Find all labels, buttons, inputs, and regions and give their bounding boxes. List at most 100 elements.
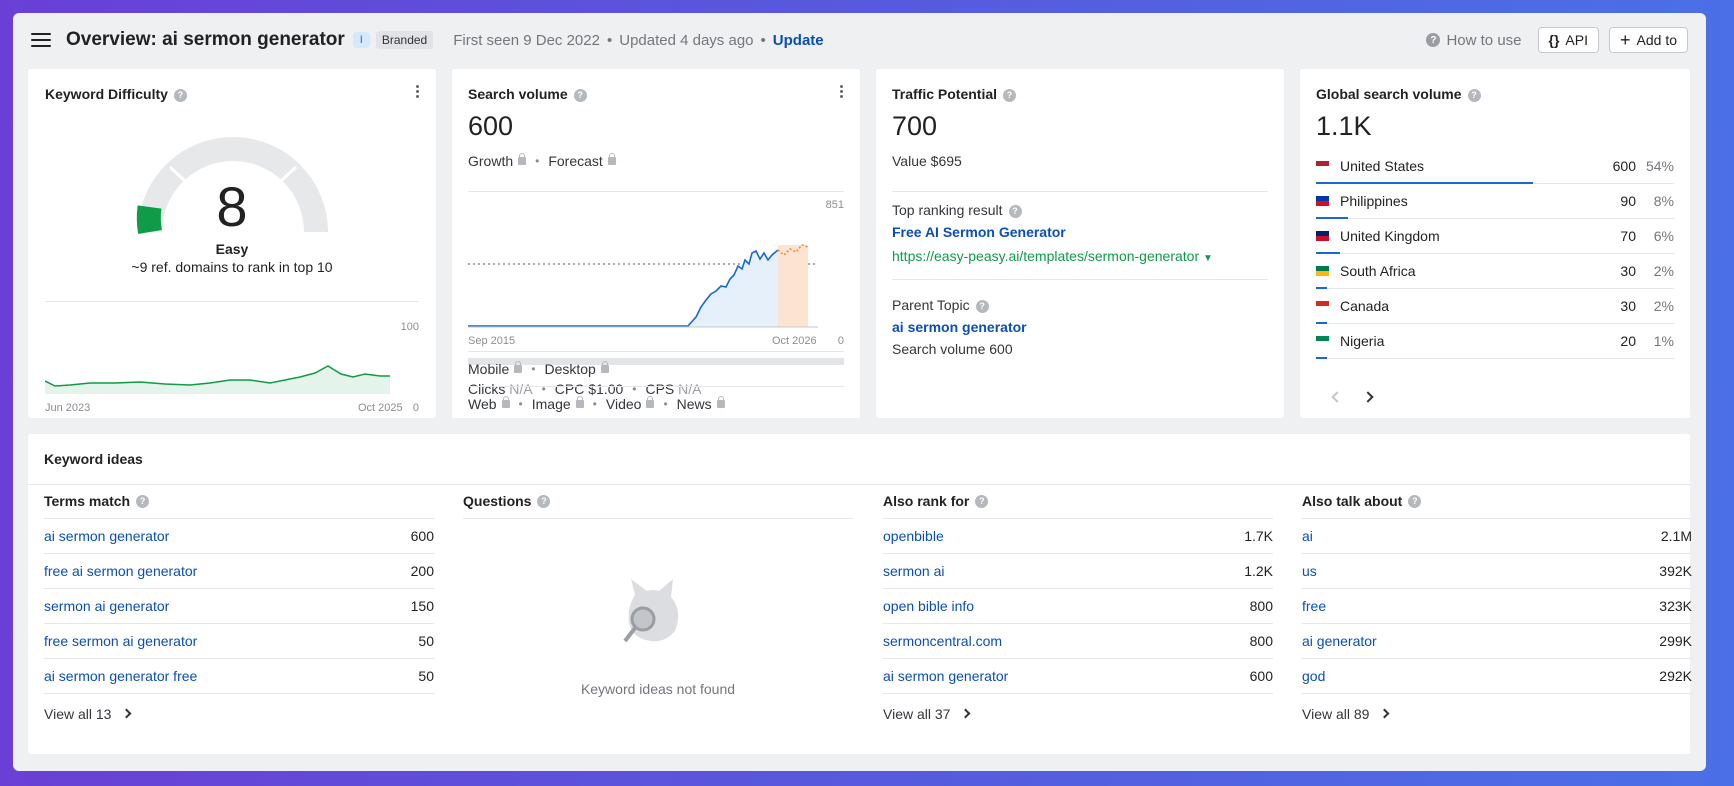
country-name: Canada [1340,298,1390,314]
country-name: Nigeria [1340,333,1385,349]
country-row[interactable]: Nigeria 20 1% [1316,324,1674,359]
kebab-menu-icon[interactable] [416,85,419,98]
global-search-volume-card: Global search volume? 1.1K United States… [1300,69,1690,418]
keyword-link[interactable]: sermon ai [883,563,944,579]
country-row[interactable]: United States 600 54% [1316,149,1674,184]
top-ranking-url-row[interactable]: https://easy-peasy.ai/templates/sermon-g… [892,248,1213,264]
tp-value: 700 [892,111,938,141]
bullet: • [535,154,540,168]
lock-icon [514,361,523,373]
prev-page-icon[interactable] [1331,391,1343,403]
top-ranking-url[interactable]: https://easy-peasy.ai/templates/sermon-g… [892,248,1199,264]
country-row[interactable]: Canada 30 2% [1316,289,1674,324]
bullet: • [518,397,523,411]
divider [468,191,844,192]
gsv-title: Global search volume [1316,86,1462,102]
help-icon[interactable]: ? [136,494,150,508]
chevron-right-icon [122,708,132,719]
keyword-link[interactable]: ai sermon generator [883,668,1008,684]
api-button[interactable]: {} API [1537,27,1599,53]
keyword-link[interactable]: ai sermon generator [44,528,169,544]
bullet: • [531,362,536,376]
keyword-row: sermon ai generator 150 [44,588,434,623]
help-icon[interactable]: ? [173,88,187,102]
bullet: • [592,397,597,411]
keyword-link[interactable]: openbible [883,528,944,544]
lock-icon [716,396,725,408]
kebab-menu-icon[interactable] [840,85,843,98]
country-share: 2% [1653,263,1674,279]
parent-topic-link[interactable]: ai sermon generator [892,319,1027,335]
questions-empty-text: Keyword ideas not found [580,681,736,697]
keyword-row: sermon ai 1.2K [883,553,1273,588]
keyword-row: free sermon ai generator 50 [44,623,434,658]
keyword-row: ai generator 299K [1302,623,1692,658]
keyword-link[interactable]: ai [1302,528,1313,544]
caret-down-icon[interactable]: ▼ [1203,253,1213,264]
help-icon[interactable]: ? [537,494,551,508]
hamburger-menu-icon[interactable] [31,33,51,47]
separator-dot: • [606,31,613,49]
help-icon[interactable]: ? [1467,88,1481,102]
country-row[interactable]: Philippines 90 8% [1316,184,1674,219]
help-icon[interactable]: ? [975,299,989,313]
keyword-link[interactable]: ai generator [1302,633,1377,649]
country-share: 2% [1653,298,1674,314]
keyword-row: free ai sermon generator 200 [44,553,434,588]
add-to-label: Add to [1636,32,1677,48]
view-all-rank-button[interactable]: View all 37 [883,693,1273,733]
keyword-link[interactable]: free sermon ai generator [44,633,197,649]
keyword-link[interactable]: open bible info [883,598,974,614]
country-share: 54% [1645,158,1674,174]
questions-header: Questions? [463,484,853,518]
kd-chart-ymin: 0 [412,402,419,414]
add-to-button[interactable]: + Add to [1609,27,1688,53]
sv-chart-start: Sep 2015 [468,335,516,347]
keyword-volume: 292K [1659,668,1692,684]
help-icon[interactable]: ? [975,494,989,508]
country-volume: 90 [1620,193,1636,209]
update-link[interactable]: Update [773,32,824,49]
keyword-ideas-title: Keyword ideas [44,451,143,467]
help-icon[interactable]: ? [573,88,587,102]
bullet: • [663,397,668,411]
country-volume: 30 [1620,263,1636,279]
country-row[interactable]: South Africa 30 2% [1316,254,1674,289]
parent-topic-volume: Search volume 600 [892,341,1013,357]
help-icon[interactable]: ? [1408,494,1422,508]
help-icon[interactable]: ? [1008,204,1022,218]
keyword-row: ai sermon generator 600 [883,658,1273,693]
help-icon[interactable]: ? [1003,88,1017,102]
flag-icon [1316,266,1329,276]
country-share-bar [1316,357,1327,359]
top-ranking-label: Top ranking result [892,202,1003,218]
keyword-link[interactable]: ai sermon generator free [44,668,197,684]
keyword-link[interactable]: god [1302,668,1325,684]
top-ranking-title-link[interactable]: Free AI Sermon Generator [892,224,1066,240]
empty-state-mascot-icon [623,579,679,643]
how-to-use-link[interactable]: ? How to use [1426,32,1522,49]
first-seen-text: First seen 9 Dec 2022 [453,31,600,49]
intent-badge: I [352,32,370,48]
next-page-icon[interactable] [1362,391,1374,403]
view-all-talk-button[interactable]: View all 89 [1302,693,1692,733]
questions-label: Questions [463,493,532,509]
keyword-link[interactable]: sermoncentral.com [883,633,1002,649]
sv-chart-end: Oct 2026 [772,335,817,347]
keyword-link[interactable]: free [1302,598,1326,614]
app-window: Overview: ai sermon generator I Branded … [13,13,1706,771]
page-title: Overview: ai sermon generator [66,29,345,50]
parent-topic-label-row: Parent Topic? [892,297,989,313]
keyword-volume: 600 [410,528,434,544]
view-all-label: View all 13 [44,705,112,722]
keyword-link[interactable]: us [1302,563,1317,579]
country-row[interactable]: United Kingdom 70 6% [1316,219,1674,254]
header-actions: ? How to use {} API + Add to [1426,27,1688,53]
view-all-terms-button[interactable]: View all 13 [44,693,434,733]
keyword-link[interactable]: sermon ai generator [44,598,169,614]
country-share: 1% [1653,333,1674,349]
keyword-difficulty-card: Keyword Difficulty? 8 Easy ~9 ref. domai… [28,69,436,418]
keyword-link[interactable]: free ai sermon generator [44,563,197,579]
country-volume: 30 [1620,298,1636,314]
keyword-volume: 50 [418,633,434,649]
